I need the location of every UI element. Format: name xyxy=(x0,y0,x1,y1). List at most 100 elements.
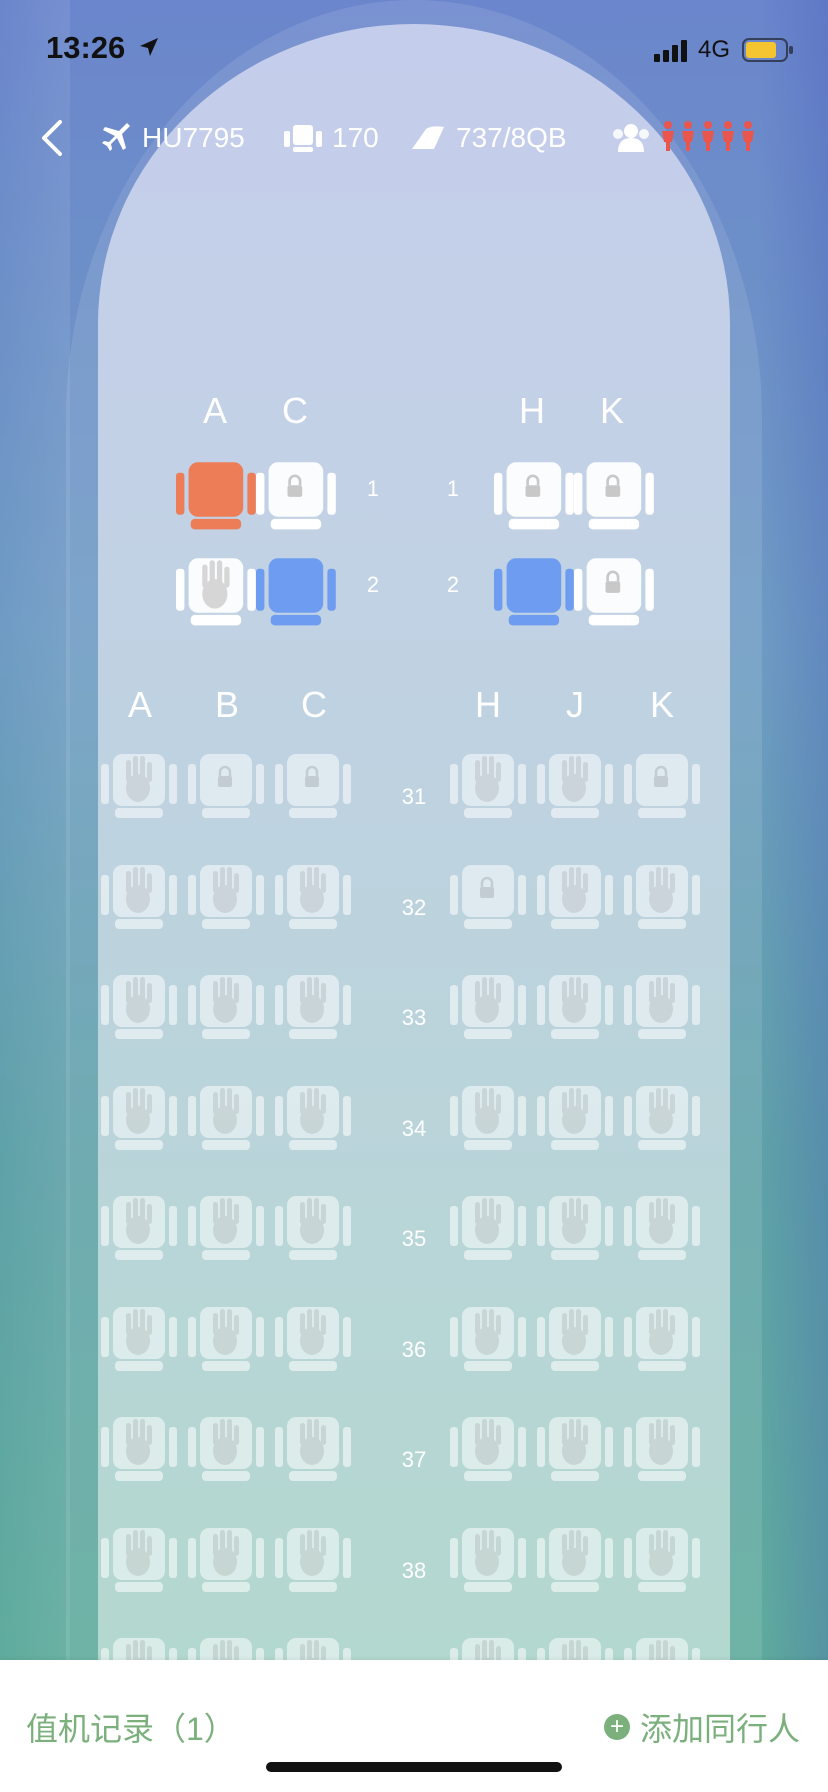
seat-31K-locked xyxy=(624,750,700,825)
seat-33C-occupied xyxy=(275,971,351,1046)
seat-31J-occupied xyxy=(537,750,613,825)
seat-31C-locked xyxy=(275,750,351,825)
seat-31B-locked xyxy=(188,750,264,825)
fc-row-num-right-2: 2 xyxy=(446,572,460,597)
bottom-action-bar: 值机记录（1） + 添加同行人 xyxy=(0,1660,828,1792)
eco-col-H: H xyxy=(475,684,501,725)
seat-31H-occupied xyxy=(450,750,526,825)
aircraft-type: 737/8QB xyxy=(456,122,567,153)
network-type: 4G xyxy=(698,36,731,63)
seat-2C-available[interactable] xyxy=(256,554,336,633)
seat-1H-locked xyxy=(494,458,574,537)
person-icon xyxy=(742,121,754,151)
fc-row-num-right-1: 1 xyxy=(446,476,460,501)
seat-37K-occupied xyxy=(624,1413,700,1488)
seat-37J-occupied xyxy=(537,1413,613,1488)
seat-37A-occupied xyxy=(101,1413,177,1488)
seat-33B-occupied xyxy=(188,971,264,1046)
seat-33H-occupied xyxy=(450,971,526,1046)
fc-col-C: C xyxy=(282,390,308,431)
seat-32B-occupied xyxy=(188,861,264,936)
add-companion-button[interactable]: + 添加同行人 xyxy=(603,1704,800,1750)
seat-38B-occupied xyxy=(188,1524,264,1599)
seat-36C-occupied xyxy=(275,1303,351,1378)
seat-34J-occupied xyxy=(537,1082,613,1157)
fc-col-A: A xyxy=(202,390,227,431)
seat-35K-occupied xyxy=(624,1192,700,1267)
seat-37H-occupied xyxy=(450,1413,526,1488)
aircraft-type-item: 737/8QB xyxy=(412,116,567,160)
eco-row-num: 32 xyxy=(401,894,427,920)
seat-32K-occupied xyxy=(624,861,700,936)
seat-35H-occupied xyxy=(450,1192,526,1267)
seat-38H-occupied xyxy=(450,1524,526,1599)
status-time: 13:26 xyxy=(46,30,126,65)
seat-36B-occupied xyxy=(188,1303,264,1378)
eco-row-num: 35 xyxy=(401,1226,427,1251)
seat-38A-occupied xyxy=(101,1524,177,1599)
flight-header: HU7795 170 737/8QB xyxy=(0,108,828,168)
eco-col-C: C xyxy=(301,684,327,725)
seat-2A-occupied xyxy=(176,554,256,633)
seat-35A-occupied xyxy=(101,1192,177,1267)
fc-row-num-left-2: 2 xyxy=(366,572,380,597)
seat-32J-occupied xyxy=(537,861,613,936)
eco-row-num: 36 xyxy=(401,1336,427,1362)
seat-36H-occupied xyxy=(450,1303,526,1378)
seat-34K-occupied xyxy=(624,1082,700,1157)
aircraft-type-icon xyxy=(412,126,444,149)
passenger-group-icons xyxy=(660,120,756,152)
seat-35J-occupied xyxy=(537,1192,613,1267)
location-arrow-icon xyxy=(140,38,158,56)
seat-2K-locked xyxy=(574,554,654,633)
seat-33K-occupied xyxy=(624,971,700,1046)
background-shade-right xyxy=(758,0,828,1792)
flight-number-item: HU7795 xyxy=(100,116,245,160)
seat-37B-occupied xyxy=(188,1413,264,1488)
eco-row-num: 31 xyxy=(401,784,427,809)
back-button[interactable] xyxy=(34,116,70,160)
seat-1A-selected[interactable] xyxy=(176,458,256,537)
seat-2H-available[interactable] xyxy=(494,554,574,633)
seat-38C-occupied xyxy=(275,1524,351,1599)
plus-circle-icon: + xyxy=(603,1714,630,1740)
seat-32H-locked xyxy=(450,861,526,936)
seat-32A-occupied xyxy=(101,861,177,936)
eco-col-J: J xyxy=(566,684,584,725)
seat-34H-occupied xyxy=(450,1082,526,1157)
eco-row-num: 33 xyxy=(401,1005,427,1030)
seat-36K-occupied xyxy=(624,1303,700,1378)
seat-36J-occupied xyxy=(537,1303,613,1378)
background-shade-left xyxy=(0,0,70,1792)
seat-34A-occupied xyxy=(101,1082,177,1157)
eco-row-num: 38 xyxy=(401,1557,427,1583)
eco-col-A: A xyxy=(127,684,152,725)
seat-34C-occupied xyxy=(275,1082,351,1157)
person-icon xyxy=(682,121,694,151)
add-companion-label: 添加同行人 xyxy=(639,1711,800,1747)
fc-col-H: H xyxy=(519,390,545,431)
eco-row-num: 34 xyxy=(401,1115,427,1141)
plane-icon xyxy=(102,123,130,151)
seat-34B-occupied xyxy=(188,1082,264,1157)
seat-37C-occupied xyxy=(275,1413,351,1488)
seat-36A-occupied xyxy=(101,1303,177,1378)
home-indicator xyxy=(266,1762,562,1772)
seat-35B-occupied xyxy=(188,1192,264,1267)
cellular-signal-icon xyxy=(654,40,687,62)
seat-32C-occupied xyxy=(275,861,351,936)
seat-1C-locked xyxy=(256,458,336,537)
eco-col-B: B xyxy=(214,684,239,725)
fc-row-num-left-1: 1 xyxy=(366,476,380,501)
seats-icon xyxy=(284,125,322,152)
seat-33J-occupied xyxy=(537,971,613,1046)
checkin-record-link[interactable]: 值机记录（1） xyxy=(26,1704,236,1750)
person-icon xyxy=(662,121,674,151)
eco-col-K: K xyxy=(649,684,674,725)
eco-row-num: 37 xyxy=(401,1447,427,1472)
seat-33A-occupied xyxy=(101,971,177,1046)
passengers-icon xyxy=(613,124,649,152)
person-icon xyxy=(722,121,734,151)
seat-count: 170 xyxy=(332,122,379,153)
seat-1K-locked xyxy=(574,458,654,537)
